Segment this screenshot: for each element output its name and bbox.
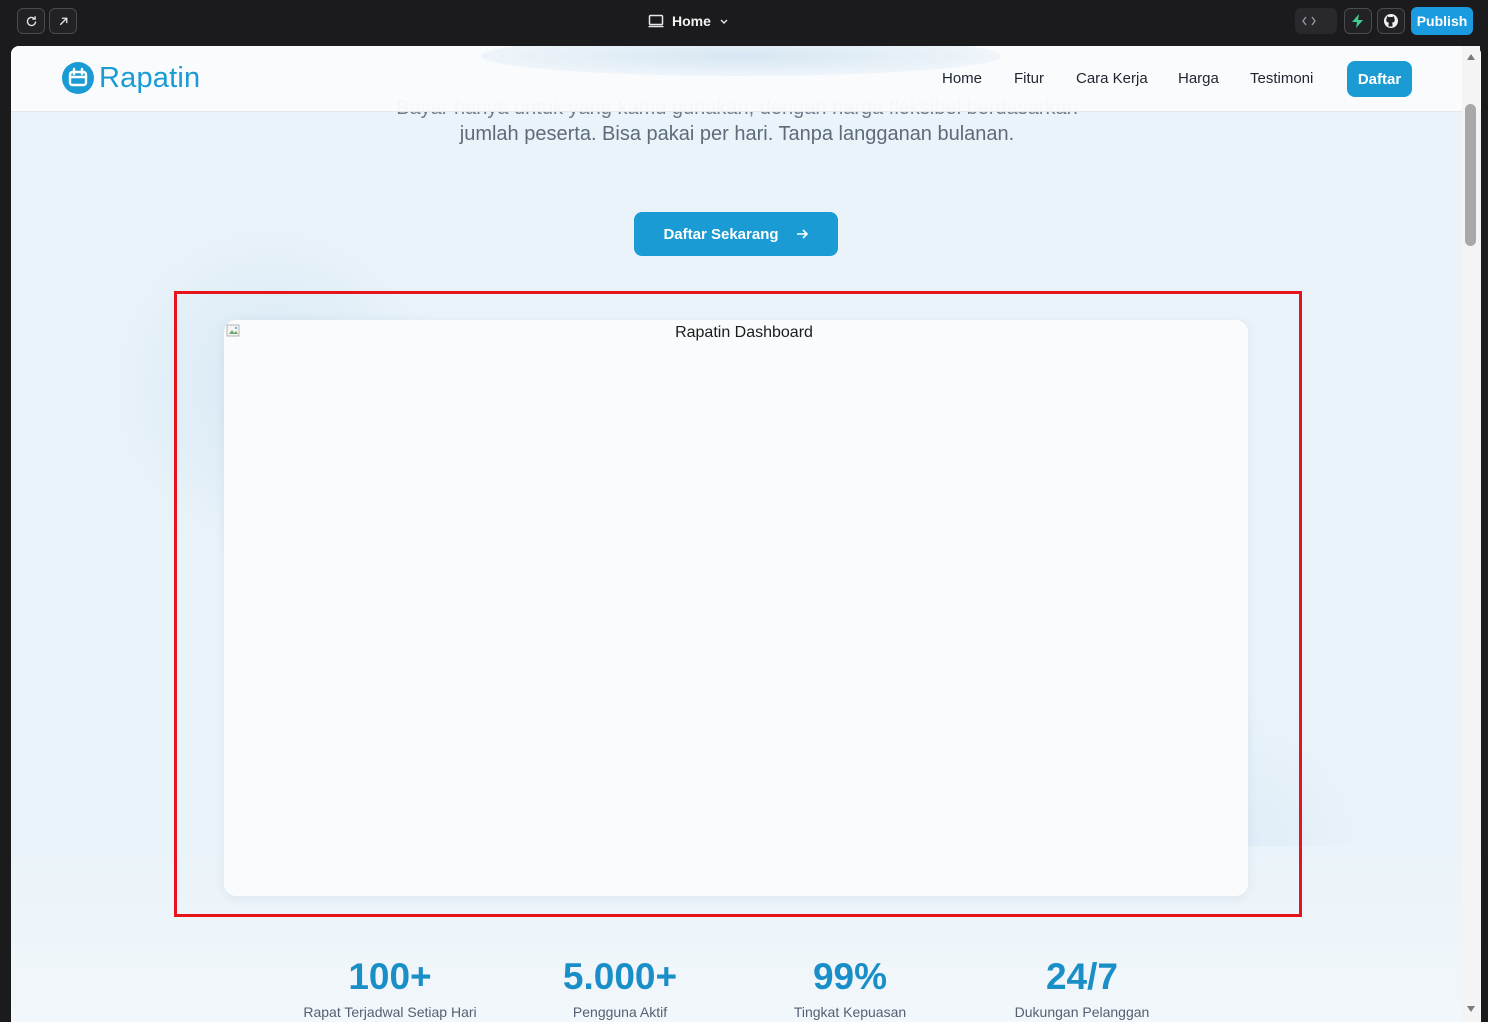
- stat-value: 24/7: [1045, 956, 1118, 997]
- scroll-up-arrow-icon[interactable]: [1464, 50, 1478, 64]
- stat-meetings: 100+ Rapat Terjadwal Setiap Hari: [275, 954, 505, 1020]
- site-navbar: Rapatin Home Fitur Cara Kerja Harga Test…: [11, 46, 1481, 112]
- site-preview: Bayar hanya untuk yang kamu gunakan, den…: [11, 46, 1481, 1022]
- page-selector[interactable]: Home: [648, 10, 729, 32]
- brand-logo[interactable]: Rapatin: [61, 61, 200, 95]
- code-view-toggle[interactable]: [1295, 8, 1337, 34]
- refresh-button[interactable]: [17, 8, 45, 34]
- code-icon: [1301, 13, 1317, 29]
- monitor-icon: [648, 14, 664, 28]
- nav-link-home[interactable]: Home: [942, 70, 982, 87]
- stats-section: 100+ Rapat Terjadwal Setiap Hari 5.000+ …: [11, 954, 1481, 1022]
- selection-highlight: [174, 291, 1302, 917]
- stat-value: 99%: [812, 956, 888, 997]
- refresh-icon: [26, 15, 36, 26]
- preview-scrollbar[interactable]: [1462, 46, 1480, 1022]
- nav-link-cara-kerja[interactable]: Cara Kerja: [1076, 70, 1148, 87]
- supabase-button[interactable]: [1344, 8, 1372, 34]
- scroll-thumb[interactable]: [1465, 104, 1476, 246]
- editor-toolbar: Home Publish: [0, 0, 1488, 42]
- stat-users: 5.000+ Pengguna Aktif: [505, 954, 735, 1020]
- nav-link-harga[interactable]: Harga: [1178, 70, 1219, 87]
- nav-link-fitur[interactable]: Fitur: [1014, 70, 1044, 87]
- stat-label: Tingkat Kepuasan: [793, 1004, 907, 1020]
- publish-button[interactable]: Publish: [1411, 7, 1473, 35]
- stat-value: 5.000+: [562, 956, 678, 997]
- external-link-icon: [59, 17, 67, 25]
- hero-subtitle-line2: jumlah peserta. Bisa pakai per hari. Tan…: [459, 123, 1015, 145]
- arrow-right-icon: [796, 229, 808, 239]
- stat-label: Dukungan Pelanggan: [1014, 1004, 1150, 1020]
- brand-name: Rapatin: [99, 61, 201, 94]
- github-button[interactable]: [1377, 8, 1405, 34]
- github-icon: [1384, 14, 1398, 28]
- chevron-down-icon: [720, 19, 728, 24]
- stat-support: 24/7 Dukungan Pelanggan: [967, 954, 1197, 1020]
- stat-label: Pengguna Aktif: [572, 1004, 668, 1020]
- register-button[interactable]: Daftar: [1347, 61, 1412, 97]
- register-now-label: Daftar Sekarang: [663, 225, 779, 243]
- bolt-icon: [1352, 14, 1363, 28]
- register-now-button[interactable]: Daftar Sekarang: [634, 212, 838, 256]
- page-selector-label: Home: [672, 13, 711, 29]
- open-external-button[interactable]: [49, 8, 77, 34]
- stat-label: Rapat Terjadwal Setiap Hari: [303, 1004, 477, 1020]
- scroll-down-arrow-icon[interactable]: [1464, 1002, 1478, 1016]
- nav-link-testimoni[interactable]: Testimoni: [1250, 70, 1313, 87]
- calendar-logo-icon: [62, 62, 94, 94]
- stat-satisfaction: 99% Tingkat Kepuasan: [735, 954, 965, 1020]
- stat-value: 100+: [348, 956, 432, 997]
